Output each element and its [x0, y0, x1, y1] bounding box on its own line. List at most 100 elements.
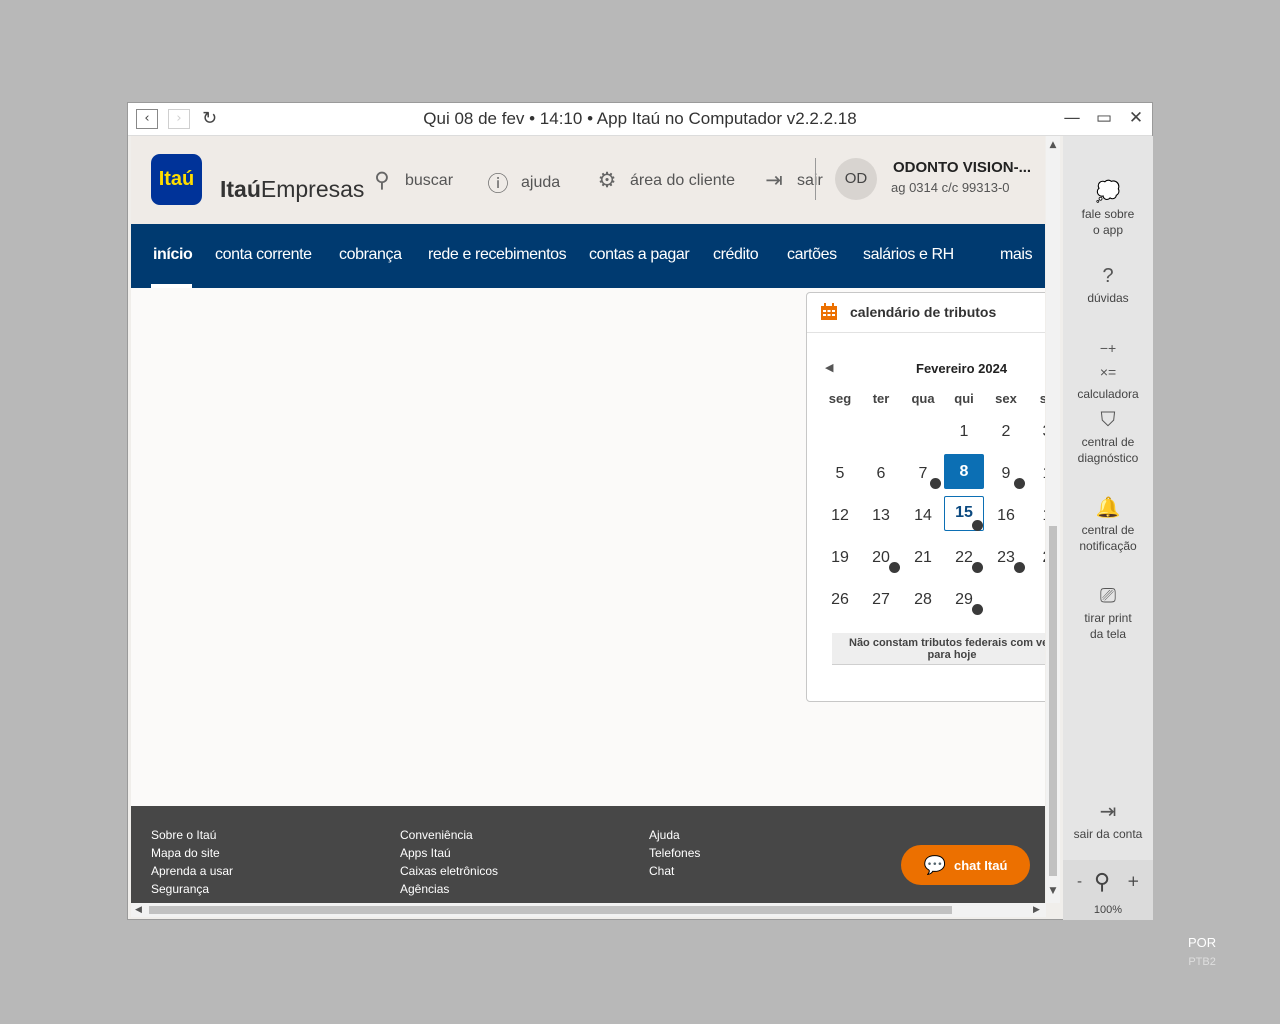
calendar-day[interactable]: 5 — [820, 457, 860, 491]
client-area-label: área do cliente — [630, 171, 735, 189]
weekday-seg: seg — [828, 391, 852, 406]
footer-link[interactable]: Telefones — [649, 846, 700, 860]
client-area-button[interactable]: ⚙ área do cliente — [594, 168, 735, 193]
close-button[interactable]: ✕ — [1124, 108, 1148, 128]
calendar-header: calendário de tributos — [807, 293, 1045, 333]
calendar-day-today[interactable]: 8 — [944, 454, 984, 489]
footer-link[interactable]: Caixas eletrônicos — [400, 864, 498, 878]
scroll-right-icon[interactable]: ▶ — [1033, 903, 1040, 917]
vertical-scrollbar[interactable]: ▲ ▼ — [1046, 136, 1060, 903]
menu-item-conta-corrente[interactable]: conta corrente — [215, 246, 312, 264]
window-title: Qui 08 de fev • 14:10 • App Itaú no Comp… — [423, 109, 857, 128]
horizontal-scrollbar[interactable]: ◀ ▶ — [131, 903, 1046, 917]
calendar-day[interactable]: 21 — [903, 541, 943, 575]
maximize-button[interactable]: ▭ — [1092, 108, 1116, 128]
footer-link[interactable]: Apps Itaú — [400, 846, 498, 860]
active-menu-indicator — [151, 284, 192, 288]
minimize-button[interactable]: — — [1060, 108, 1084, 128]
calendar-day[interactable]: 26 — [820, 583, 860, 617]
calculator-button[interactable]: −+ ×= calculadora — [1063, 336, 1153, 402]
account-name: ODONTO VISION-... — [893, 159, 1032, 176]
calendar-day[interactable]: 1 — [944, 415, 984, 449]
feedback-button[interactable]: 💭 fale sobre o app — [1063, 180, 1153, 238]
calendar-day[interactable]: 28 — [903, 583, 943, 617]
logout-button[interactable]: ⇥ sair — [761, 168, 823, 193]
vertical-scroll-thumb[interactable] — [1049, 526, 1057, 876]
calendar-day[interactable]: 16 — [986, 499, 1026, 533]
footer-link[interactable]: Sobre o Itaú — [151, 828, 233, 842]
diag-label-2: diagnóstico — [1077, 451, 1139, 465]
tax-due-marker — [1014, 478, 1025, 489]
menu-item-salarios-rh[interactable]: salários e RH — [863, 246, 954, 264]
magnifier-icon: ⚲ — [1094, 870, 1111, 895]
faq-button[interactable]: ? dúvidas — [1063, 264, 1153, 306]
brand-name: ItaúEmpresas — [220, 176, 364, 203]
calendar-day[interactable]: 2 — [1027, 541, 1045, 575]
menu-item-inicio[interactable]: início — [153, 246, 193, 264]
main-menu: início conta corrente cobrança rede e re… — [131, 224, 1045, 288]
app-window: ‹ › ↻ Qui 08 de fev • 14:10 • App Itaú n… — [127, 102, 1153, 920]
gear-icon: ⚙ — [597, 169, 617, 192]
tax-due-marker — [972, 604, 983, 615]
calendar-icon — [821, 303, 837, 320]
weekday-qua: qua — [911, 391, 935, 406]
screenshot-button[interactable]: ⎚ tirar print da tela — [1063, 584, 1153, 642]
weekday-sex: sex — [995, 391, 1017, 406]
calendar-day[interactable]: 3 — [1027, 415, 1045, 449]
feedback-label-2: o app — [1092, 223, 1124, 237]
faq-label: dúvidas — [1087, 291, 1129, 305]
calendar-day[interactable]: 19 — [820, 541, 860, 575]
prev-month-icon[interactable]: ◀ — [825, 361, 833, 374]
scroll-down-icon[interactable]: ▼ — [1046, 886, 1060, 896]
calendar-day[interactable]: 1 — [1027, 499, 1045, 533]
menu-item-cartoes[interactable]: cartões — [787, 246, 837, 264]
footer-link[interactable]: Conveniência — [400, 828, 498, 842]
menu-item-mais[interactable]: mais — [1000, 246, 1033, 264]
menu-item-cobranca[interactable]: cobrança — [339, 246, 402, 264]
calendar-day[interactable]: 6 — [861, 457, 901, 491]
menu-item-contas-a-pagar[interactable]: contas a pagar — [589, 246, 690, 264]
language-indicator[interactable]: POR PTB2 — [1188, 934, 1216, 971]
calendar-day[interactable]: 14 — [903, 499, 943, 533]
diagnostic-center-button[interactable]: ⛉ central de diagnóstico — [1063, 408, 1153, 466]
month-label: Fevereiro 2024 — [916, 361, 1008, 376]
calendar-day[interactable]: 1 — [1027, 457, 1045, 491]
footer-link[interactable]: Ajuda — [649, 828, 700, 842]
menu-item-credito[interactable]: crédito — [713, 246, 759, 264]
calendar-title: calendário de tributos — [850, 304, 997, 320]
zoom-control: - ⚲ + 100% — [1063, 860, 1153, 920]
search-button[interactable]: ⚲ buscar — [369, 168, 453, 193]
calendar-day[interactable]: 27 — [861, 583, 901, 617]
title-bar: ‹ › ↻ Qui 08 de fev • 14:10 • App Itaú n… — [128, 103, 1152, 136]
weekday-qui: qui — [954, 391, 974, 406]
zoom-out-button[interactable]: - — [1077, 874, 1082, 890]
horizontal-scroll-thumb[interactable] — [149, 906, 952, 914]
footer-link[interactable]: Segurança — [151, 882, 233, 896]
screenshot-icon: ⎚ — [1100, 585, 1116, 607]
calendar-day[interactable]: 12 — [820, 499, 860, 533]
menu-item-rede-recebimentos[interactable]: rede e recebimentos — [428, 246, 567, 264]
notification-center-button[interactable]: 🔔 central de notificação — [1063, 496, 1153, 554]
scroll-left-icon[interactable]: ◀ — [135, 903, 142, 917]
footer-link[interactable]: Mapa do site — [151, 846, 233, 860]
site-footer: Sobre o Itaú Mapa do site Aprenda a usar… — [131, 806, 1045, 903]
page-content: Itaú ItaúEmpresas ⚲ buscar ⓘ ajuda ⚙ áre… — [131, 136, 1045, 903]
notif-label-1: central de — [1081, 523, 1135, 537]
weekday-sab: sá — [1029, 391, 1045, 406]
print-label-2: da tela — [1089, 627, 1127, 641]
chat-itau-button[interactable]: 💬 chat Itaú — [901, 845, 1030, 885]
shield-icon: ⛉ — [1100, 409, 1116, 431]
calendar-day[interactable]: 2 — [986, 415, 1026, 449]
itau-logo[interactable]: Itaú — [151, 154, 202, 205]
exit-account-button[interactable]: ⇥ sair da conta — [1063, 800, 1153, 842]
site-header: Itaú ItaúEmpresas ⚲ buscar ⓘ ajuda ⚙ áre… — [131, 136, 1045, 224]
tax-calendar-panel: calendário de tributos ◀ Fevereiro 2024 … — [806, 292, 1045, 702]
calendar-day[interactable]: 13 — [861, 499, 901, 533]
footer-link[interactable]: Chat — [649, 864, 700, 878]
footer-link[interactable]: Agências — [400, 882, 498, 896]
scroll-up-icon[interactable]: ▲ — [1046, 140, 1060, 150]
avatar[interactable]: OD — [835, 158, 877, 200]
help-button[interactable]: ⓘ ajuda — [485, 168, 561, 198]
zoom-in-button[interactable]: + — [1127, 872, 1140, 890]
footer-link[interactable]: Aprenda a usar — [151, 864, 233, 878]
